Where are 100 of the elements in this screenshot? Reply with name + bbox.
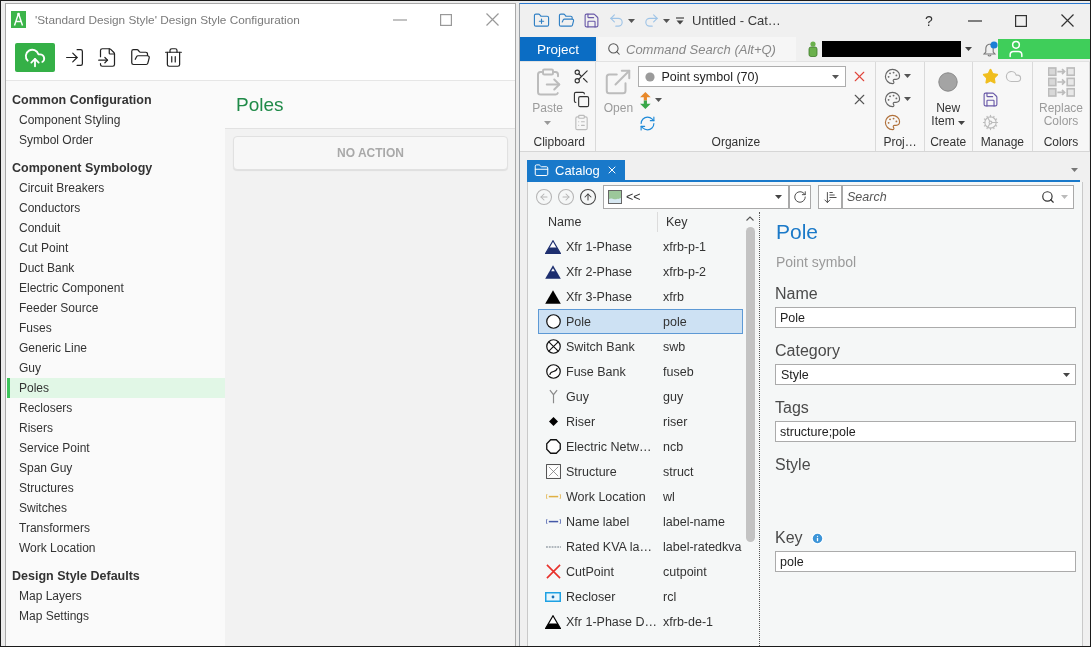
edit-save-button[interactable] [980,89,1000,109]
sidebar-item[interactable]: Switches [7,498,225,518]
sidebar-item[interactable]: Fuses [7,318,225,338]
item-key: struct [663,464,694,479]
new-style-button[interactable] [883,89,913,109]
sidebar-item[interactable]: Conductors [7,198,225,218]
item-name: CutPoint [566,564,615,579]
add-style-button[interactable] [883,66,913,86]
sidebar-item[interactable]: Circuit Breakers [7,178,225,198]
sidebar-item[interactable]: Symbol Order [7,130,225,150]
cross-icon [545,564,561,579]
catalog-row[interactable]: Guy guy [538,384,743,409]
sidebar-item[interactable]: Reclosers [7,398,225,418]
catalog-row[interactable]: Recloser rcl [538,584,743,609]
sidebar-item[interactable]: Conduit [7,218,225,238]
help-button[interactable]: ? [906,4,952,37]
person-icon [808,41,818,57]
catalog-row[interactable]: Rated KVA la… label-ratedkva [538,534,743,559]
location-field[interactable]: << [603,185,789,209]
catalog-row[interactable]: Structure struct [538,459,743,484]
catalog-row[interactable]: Xfr 3-Phase xfrb [538,284,743,309]
column-header[interactable]: Name [528,212,658,232]
catalog-row[interactable]: Xfr 1-Phase D… xfrb-de-1 [538,609,743,634]
open-button[interactable] [130,47,151,68]
text-field[interactable]: Pole [775,307,1076,328]
catalog-row[interactable]: Fuse Bank fuseb [538,359,743,384]
sidebar-item[interactable]: Cut Point [7,238,225,258]
clipboard-list-icon [573,113,591,131]
dock-tab[interactable]: Catalog [527,160,625,180]
field-label: Category [775,341,840,361]
search-field[interactable]: Search [842,185,1074,209]
sidebar-item[interactable]: Structures [7,478,225,498]
sidebar-item[interactable]: Generic Line [7,338,225,358]
sidebar-item[interactable]: Risers [7,418,225,438]
sidebar-item[interactable]: Transformers [7,518,225,538]
field-label: Tags [775,398,809,418]
category-dropdown[interactable]: Style [775,364,1076,385]
column-header[interactable]: Key [658,212,744,232]
sign-in-icon [64,47,85,68]
compass-logo-icon [11,11,26,28]
copy-button[interactable] [572,89,592,109]
item-name: Structure [566,464,618,479]
item-key: guy [663,389,684,404]
item-key: ncb [663,439,684,454]
up-arrow-circle-icon [579,188,597,206]
sidebar-item[interactable]: Feeder Source [7,298,225,318]
sidebar-item[interactable]: Span Guy [7,458,225,478]
item-key: rcl [663,589,677,604]
octagon-icon [545,439,561,454]
catalog-row[interactable]: Work Location wl [538,484,743,509]
ribbon-group-label: Colors [1043,135,1079,151]
command-search-field[interactable]: Command Search (Alt+Q) [598,37,796,61]
catalog-row[interactable]: Electric Netw… ncb [538,434,743,459]
crossed-circle-icon [545,339,561,354]
refresh-button[interactable] [789,185,811,209]
scroll-up-icon[interactable] [746,216,754,221]
delete-button[interactable] [163,47,184,68]
sidebar-item[interactable]: Poles [7,378,225,398]
catalog-row[interactable]: Pole pole [538,309,743,334]
item-key: label-ratedkva [663,539,742,554]
sidebar-item[interactable]: Work Location [7,538,225,558]
field-label: Key [775,528,803,548]
text-field[interactable]: pole [775,551,1076,572]
item-name: Switch Bank [566,339,636,354]
sort-button[interactable] [638,90,664,110]
item-name: Pole [566,314,593,329]
import-button[interactable] [97,47,118,68]
sidebar-item[interactable]: Duct Bank [7,258,225,278]
customize-caret-icon[interactable] [676,16,684,25]
catalog-row[interactable]: Name label label-name [538,509,743,534]
sidebar-item[interactable]: Component Styling [7,110,225,130]
sort-button[interactable] [818,185,842,209]
refresh-icon [793,190,807,204]
scrollbar-thumb[interactable] [745,227,755,542]
item-key: xfrb [663,289,684,304]
catalog-row[interactable]: Switch Bank swb [538,334,743,359]
catalog-row[interactable]: Riser riser [538,409,743,434]
text-field[interactable]: structure;pole [775,421,1076,442]
up-button[interactable] [579,188,597,206]
notification-bell-icon[interactable] [983,41,998,57]
sort-icon [822,189,838,205]
new-item-button[interactable]: New Item [925,66,971,128]
sidebar-item[interactable]: Map Layers [7,586,225,606]
project-button[interactable]: Project [520,37,596,61]
sidebar-item[interactable]: Service Point [7,438,225,458]
refresh-button[interactable] [638,113,658,133]
sidebar-item[interactable]: Guy [7,358,225,378]
filter-dropdown[interactable]: Point symbol (70) [638,66,847,87]
ribbon-group-label: Manage [980,135,1024,151]
upload-button[interactable] [15,43,55,72]
import-style-button[interactable] [883,112,903,132]
catalog-row[interactable]: CutPoint cutpoint [538,559,743,584]
palette-icon [884,113,902,131]
catalog-row[interactable]: Xfr 2-Phase xfrb-p-2 [538,259,743,284]
sign-in-button[interactable] [64,47,85,68]
catalog-row[interactable]: Xfr 1-Phase xfrb-p-1 [538,234,743,259]
sidebar-item[interactable]: Electric Component [7,278,225,298]
info-icon[interactable] [810,531,824,545]
ribbon-group-label: Proj… [883,135,917,151]
sidebar-item[interactable]: Map Settings [7,606,225,626]
